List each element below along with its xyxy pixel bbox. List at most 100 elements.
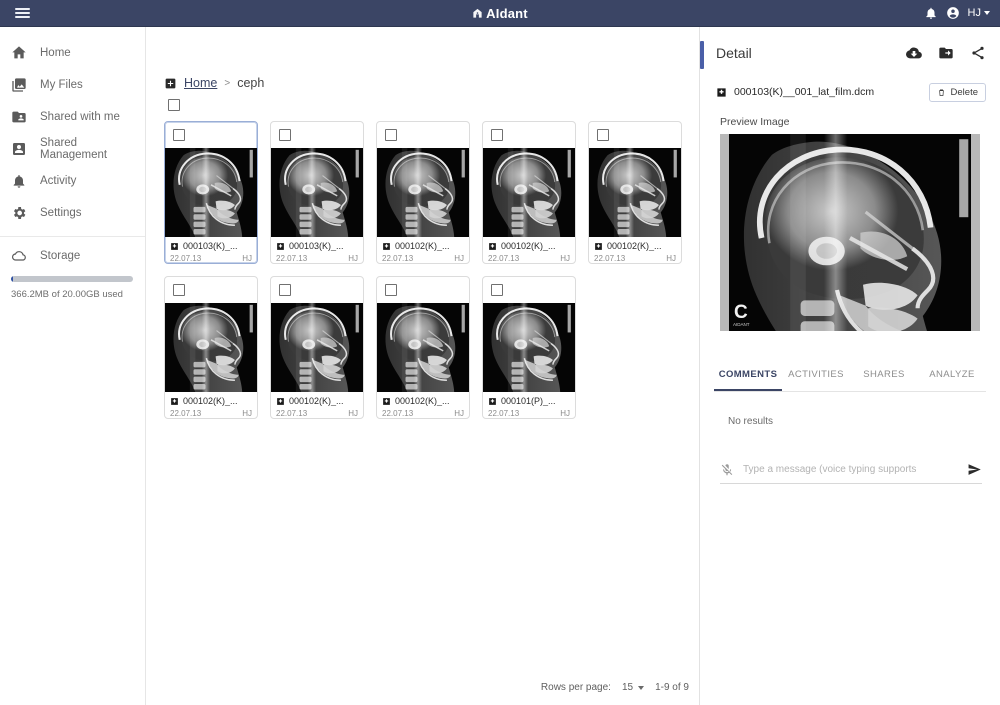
sidebar-item-home[interactable]: Home [0,37,145,69]
top-bar-actions: HJ [924,6,990,20]
file-thumbnail[interactable] [483,147,575,237]
file-select-checkbox[interactable] [597,128,609,141]
delete-button[interactable]: Delete [928,82,986,102]
file-date: 22.07.13 [382,254,414,263]
file-card-name-row: 000101(P)_... [488,396,570,406]
brand-label: AIdant [486,5,528,21]
file-card[interactable]: 000103(K)_... 22.07.13 HJ [164,121,258,264]
dicom-file-icon [171,242,178,250]
file-card-header [483,277,575,303]
sidebar-item-label: Settings [40,207,82,219]
top-app-bar: AIdant HJ [0,0,1000,27]
file-thumbnail[interactable] [483,302,575,392]
file-card-name-row: 000102(K)_... [488,241,570,251]
dicom-file-icon [171,397,178,405]
file-card[interactable]: 000103(K)_... 22.07.13 HJ [270,121,364,264]
file-name: 000103(K)_... [289,241,344,251]
file-thumbnail[interactable] [589,147,681,237]
sidebar-item-my-files[interactable]: My Files [0,69,145,101]
file-card[interactable]: 000102(K)_... 22.07.13 HJ [376,121,470,264]
dicom-file-icon [383,242,390,250]
file-card-name-row: 000102(K)_... [170,396,252,406]
tab-shares[interactable]: SHARES [850,359,918,391]
sidebar-item-activity[interactable]: Activity [0,165,145,197]
bell-icon[interactable] [924,6,938,20]
file-select-checkbox[interactable] [173,283,185,296]
breadcrumb-current-folder: ceph [237,76,265,90]
file-card-header [271,122,363,148]
share-icon[interactable] [970,45,986,61]
move-to-folder-icon[interactable] [938,45,954,61]
detail-accent-bar [700,41,704,69]
file-card-sub: 22.07.13 HJ [170,254,252,263]
file-date: 22.07.13 [170,254,202,263]
cloud-download-icon[interactable] [906,45,922,61]
cloud-icon [12,251,26,261]
file-select-checkbox[interactable] [385,283,397,296]
file-select-checkbox[interactable] [491,128,503,141]
breadcrumb-separator: > [224,77,231,89]
file-card-header [271,277,363,303]
rows-per-page-select[interactable]: 15 [622,682,645,693]
file-card-meta: 000102(K)_... 22.07.13 HJ [165,392,257,418]
breadcrumb-home-link[interactable]: Home [184,76,217,90]
file-card-name-row: 000102(K)_... [594,241,676,251]
send-icon[interactable] [967,462,982,477]
file-card-header [589,122,681,148]
file-card-meta: 000102(K)_... 22.07.13 HJ [483,237,575,263]
file-name: 000102(K)_... [607,241,662,251]
file-card[interactable]: 000102(K)_... 22.07.13 HJ [482,121,576,264]
dicom-file-icon [595,242,602,250]
file-select-checkbox[interactable] [279,283,291,296]
select-all-checkbox[interactable] [168,99,180,111]
file-card-sub: 22.07.13 HJ [382,254,464,263]
breadcrumb: Home > ceph [164,76,699,90]
file-card-sub: 22.07.13 HJ [594,254,676,263]
file-select-checkbox[interactable] [491,283,503,296]
file-thumbnail[interactable] [165,147,257,237]
file-card[interactable]: 000102(K)_... 22.07.13 HJ [270,276,364,419]
account-circle-icon[interactable] [946,6,960,20]
file-thumbnail[interactable] [165,302,257,392]
delete-label: Delete [950,86,978,98]
sidebar-item-label: Home [40,47,71,59]
file-date: 22.07.13 [488,409,520,418]
hamburger-menu-icon[interactable] [8,8,36,18]
file-select-checkbox[interactable] [385,128,397,141]
preview-image-label: Preview Image [720,116,790,128]
user-menu-button[interactable]: HJ [968,7,990,19]
home-icon [12,46,26,59]
tab-comments[interactable]: COMMENTS [714,359,782,391]
file-card[interactable]: 000102(K)_... 22.07.13 HJ [164,276,258,419]
tab-analyze[interactable]: ANALYZE [918,359,986,391]
sidebar-item-shared-with-me[interactable]: Shared with me [0,101,145,133]
add-box-icon[interactable] [164,77,177,90]
tab-activities[interactable]: ACTIVITIES [782,359,850,391]
detail-file-name: 000103(K)__001_lat_film.dcm [734,86,875,98]
gear-icon [13,207,26,219]
comments-empty-state: No results [728,416,774,427]
preview-image[interactable]: C AIDANT [720,134,980,331]
file-thumbnail[interactable] [271,147,363,237]
message-input[interactable] [743,464,958,475]
file-card-sub: 22.07.13 HJ [488,409,570,418]
sidebar-item-shared-management[interactable]: Shared Management [0,133,145,165]
file-thumbnail[interactable] [271,302,363,392]
file-select-checkbox[interactable] [173,128,185,141]
file-select-checkbox[interactable] [279,128,291,141]
sidebar-item-settings[interactable]: Settings [0,197,145,229]
mic-off-icon[interactable] [720,463,734,477]
file-card[interactable]: 000102(K)_... 22.07.13 HJ [376,276,470,419]
detail-tabs: COMMENTS ACTIVITIES SHARES ANALYZE [714,359,986,392]
file-card-header [377,122,469,148]
file-thumbnail[interactable] [377,147,469,237]
sidebar-item-label: Shared with me [40,111,120,123]
file-card-meta: 000102(K)_... 22.07.13 HJ [377,392,469,418]
file-card-meta: 000102(K)_... 22.07.13 HJ [271,392,363,418]
file-card-name-row: 000103(K)_... [276,241,358,251]
file-card[interactable]: 000102(K)_... 22.07.13 HJ [588,121,682,264]
file-thumbnail[interactable] [377,302,469,392]
file-date: 22.07.13 [594,254,626,263]
file-card[interactable]: 000101(P)_... 22.07.13 HJ [482,276,576,419]
storage-header[interactable]: Storage [11,242,134,270]
